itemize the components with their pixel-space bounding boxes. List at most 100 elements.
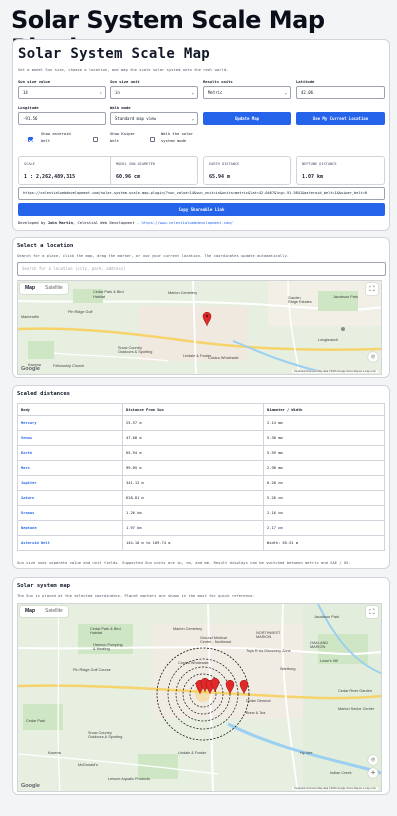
body-name: Mercury bbox=[17, 415, 123, 431]
stat-label: EARTH DISTANCE bbox=[209, 162, 240, 166]
column-header: Distance From Sun bbox=[122, 403, 264, 416]
map-type-control: Map Satellite bbox=[20, 606, 68, 617]
copy-link-button[interactable]: Copy Shareable Link bbox=[18, 203, 385, 216]
update-map-button[interactable]: Update Map bbox=[203, 112, 291, 125]
body-name: Neptune bbox=[17, 520, 123, 536]
svg-text:Habitat: Habitat bbox=[93, 295, 106, 299]
results-units-select[interactable]: Metric ⌄ bbox=[203, 86, 291, 99]
svg-text:Brew & Tea: Brew & Tea bbox=[246, 711, 266, 715]
sun-size-value-label: Sun size value bbox=[18, 79, 51, 84]
walk-mode-select[interactable]: Standard map view ⌄ bbox=[110, 112, 198, 125]
location-map-canvas[interactable]: Cedar Park & Bird Habitat Marion Cemeter… bbox=[18, 281, 382, 375]
svg-text:Pin Ridge Golf Course: Pin Ridge Golf Course bbox=[73, 668, 111, 672]
credit-mid: , Celestial Web Development - bbox=[72, 220, 142, 225]
svg-text:Hy-Vee: Hy-Vee bbox=[300, 751, 312, 755]
diameter-cell: 5.38 mm bbox=[263, 430, 385, 446]
stat-value: 1 : 2,262,489,315 bbox=[24, 174, 76, 180]
distance-cell: 341.12 m bbox=[122, 475, 264, 491]
chevron-down-icon: ⌄ bbox=[284, 90, 287, 95]
body-name: Earth bbox=[17, 445, 123, 461]
kuiper-belt-checkbox[interactable] bbox=[93, 137, 98, 142]
location-card: Select a location Search for a place, cl… bbox=[12, 237, 390, 378]
svg-text:Costco Wholesale: Costco Wholesale bbox=[208, 356, 239, 360]
svg-text:Fellowship Church: Fellowship Church bbox=[53, 364, 84, 368]
asteroid-belt-checkbox[interactable] bbox=[28, 137, 33, 142]
svg-text:Cedar River Garden: Cedar River Garden bbox=[338, 689, 372, 693]
latitude-input[interactable]: 42.06 bbox=[296, 86, 385, 99]
diameter-cell: 2.14 mm bbox=[263, 415, 385, 431]
table-row: Mars 99.85 m 2.98 mm bbox=[17, 460, 385, 476]
solar-system-map[interactable]: Cedar Park & Bird Habitat Harmon Pumping… bbox=[17, 603, 382, 792]
credit-link[interactable]: https://www.celestialwebdevelopment.com/ bbox=[141, 220, 232, 225]
svg-text:MARION: MARION bbox=[256, 635, 271, 639]
zoom-in-icon[interactable]: + bbox=[368, 768, 378, 778]
walk-mode-checkbox-label: Walk the solar system mode bbox=[161, 131, 194, 143]
svg-text:Leisure Aquatic Products: Leisure Aquatic Products bbox=[108, 777, 150, 781]
diameter-cell: 5.59 mm bbox=[263, 445, 385, 461]
svg-text:Marion Cemetery: Marion Cemetery bbox=[168, 291, 197, 295]
table-row: Uranus 1.26 km 2.16 cm bbox=[17, 505, 385, 521]
svg-text:Lindale & Fowler: Lindale & Fowler bbox=[183, 354, 212, 358]
google-logo: Google bbox=[21, 783, 40, 789]
street-view-icon[interactable]: ◎ bbox=[368, 352, 378, 362]
map-tab[interactable]: Map bbox=[20, 283, 40, 294]
distances-card: Scaled distances Body Distance From Sun … bbox=[12, 385, 390, 569]
body-name: Asteroid Belt bbox=[17, 535, 123, 551]
map-type-control: Map Satellite bbox=[20, 283, 68, 294]
street-view-icon[interactable]: ◎ bbox=[368, 755, 378, 765]
stat-value: 60.96 cm bbox=[116, 174, 141, 180]
distance-cell: 1.97 km bbox=[122, 520, 264, 536]
diameter-cell: 2.98 mm bbox=[263, 460, 385, 476]
svg-text:McDonald's: McDonald's bbox=[78, 763, 98, 767]
distance-cell: 1.26 km bbox=[122, 505, 264, 521]
chevron-down-icon: ⌄ bbox=[191, 90, 194, 95]
walk-mode-checkbox[interactable] bbox=[150, 137, 155, 142]
diameter-cell: 2.17 cm bbox=[263, 520, 385, 536]
table-row: Venus 47.68 m 5.38 mm bbox=[17, 430, 385, 446]
satellite-tab[interactable]: Satellite bbox=[40, 606, 68, 617]
distances-note: Sun size uses separate value and unit fi… bbox=[17, 560, 351, 565]
solar-map-card: Solar system map The Sun is placed at th… bbox=[12, 577, 390, 795]
svg-text:Outdoors & Sporting: Outdoors & Sporting bbox=[88, 735, 122, 739]
latitude-label: Latitude bbox=[296, 79, 315, 84]
map-attribution[interactable]: Keyboard shortcuts Map data ©2026 Google… bbox=[292, 370, 378, 373]
svg-text:Marionville: Marionville bbox=[21, 315, 39, 319]
svg-text:Outdoors & Sporting: Outdoors & Sporting bbox=[118, 350, 152, 354]
map-tab[interactable]: Map bbox=[20, 606, 40, 617]
distances-table: Body Distance From Sun Diameter / Width … bbox=[17, 403, 385, 551]
google-logo: Google bbox=[21, 366, 40, 372]
svg-text:Jacobson Park: Jacobson Park bbox=[333, 295, 358, 299]
fullscreen-icon[interactable]: ⛶ bbox=[366, 606, 378, 618]
solar-map-title: Solar system map bbox=[17, 583, 70, 589]
stepper-icon[interactable]: ⇕ bbox=[100, 87, 102, 98]
map-attribution[interactable]: Keyboard shortcuts Map data ©2026 Google… bbox=[292, 787, 378, 790]
distance-cell: 25.57 m bbox=[122, 415, 264, 431]
location-map[interactable]: Cedar Park & Bird Habitat Marion Cemeter… bbox=[17, 280, 382, 375]
column-header: Diameter / Width bbox=[263, 403, 385, 416]
body-name: Mars bbox=[17, 460, 123, 476]
distance-cell: 99.85 m bbox=[122, 460, 264, 476]
location-search-input[interactable]: Search for a location (city, park, addre… bbox=[17, 262, 386, 276]
results-units-label: Results units bbox=[203, 79, 233, 84]
column-header: Body bbox=[17, 403, 123, 416]
app-subtitle: Set a model Sun size, choose a location,… bbox=[18, 67, 229, 72]
svg-text:Jacobson Park: Jacobson Park bbox=[314, 615, 339, 619]
credit-prefix: Developed by bbox=[18, 220, 48, 225]
sun-size-value-input[interactable]: 14 ⇕ bbox=[18, 86, 106, 99]
sun-size-unit-label: Sun size unit bbox=[110, 79, 140, 84]
longitude-input[interactable]: -91.56 bbox=[18, 112, 106, 125]
satellite-tab[interactable]: Satellite bbox=[40, 283, 68, 294]
use-location-button[interactable]: Use My Current Location bbox=[296, 112, 385, 125]
sun-size-unit-select[interactable]: in ⌄ bbox=[110, 86, 198, 99]
diameter-cell: 6.26 cm bbox=[263, 475, 385, 491]
svg-text:Toys R Us Discovery Zone: Toys R Us Discovery Zone bbox=[246, 649, 291, 653]
body-name: Jupiter bbox=[17, 475, 123, 491]
walk-mode-label: Walk mode bbox=[110, 105, 131, 110]
svg-text:Cedar Park: Cedar Park bbox=[26, 719, 45, 723]
fullscreen-icon[interactable]: ⛶ bbox=[366, 283, 378, 295]
share-url-field[interactable]: https://celestialwebdevelopment.com/sola… bbox=[18, 187, 385, 200]
scale-stat: SCALE 1 : 2,262,489,315 bbox=[18, 156, 115, 185]
credit-line: Developed by John Martin, Celestial Web … bbox=[18, 220, 233, 225]
solar-map-canvas[interactable]: Cedar Park & Bird Habitat Harmon Pumping… bbox=[18, 604, 382, 792]
diameter-cell: 2.16 cm bbox=[263, 505, 385, 521]
